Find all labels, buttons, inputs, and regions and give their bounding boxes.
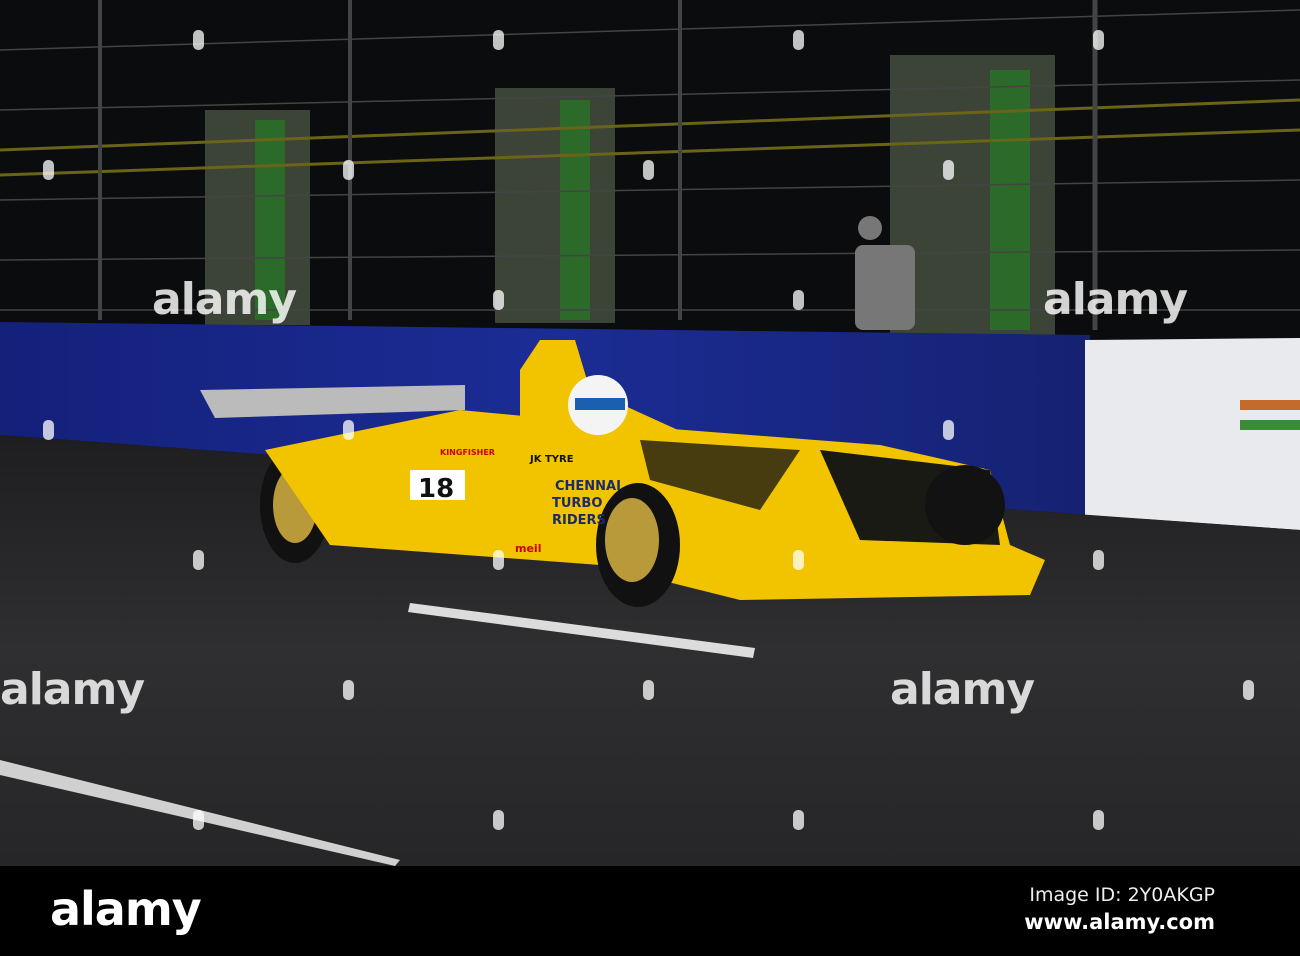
svg-text:CHENNAI: CHENNAI <box>555 479 621 494</box>
watermark: alamy <box>1043 274 1188 325</box>
white-barrier <box>1085 338 1300 530</box>
watermark-dot <box>343 420 354 440</box>
watermark-dot <box>193 30 204 50</box>
car-number: 18 <box>418 474 454 504</box>
footer-bar: alamy Image ID: 2Y0AKGP www.alamy.com <box>0 866 1300 956</box>
svg-text:TURBO: TURBO <box>552 496 602 511</box>
watermark-dot <box>343 680 354 700</box>
watermark: alamy <box>890 664 1035 715</box>
watermark-dot <box>493 30 504 50</box>
svg-text:meil: meil <box>515 542 541 555</box>
watermark: alamy <box>152 274 297 325</box>
watermark-dot <box>793 30 804 50</box>
svg-text:RIDERS: RIDERS <box>552 513 606 528</box>
watermark-dot <box>1243 680 1254 700</box>
race-photo: 18 CHENNAI TURBO RIDERS JK TYRE KINGFISH… <box>0 0 1300 866</box>
watermark-dot <box>943 420 954 440</box>
watermark-dot <box>493 810 504 830</box>
watermark-dot <box>193 810 204 830</box>
svg-text:KINGFISHER: KINGFISHER <box>440 448 495 457</box>
watermark-dot <box>943 160 954 180</box>
watermark-dot <box>643 160 654 180</box>
watermark-dot <box>493 290 504 310</box>
watermark-dot <box>793 550 804 570</box>
watermark-dot <box>1093 30 1104 50</box>
watermark: alamy <box>0 664 145 715</box>
watermark-dot <box>643 680 654 700</box>
watermark-dot <box>43 420 54 440</box>
svg-text:JK TYRE: JK TYRE <box>529 454 574 465</box>
alamy-logo: alamy <box>50 882 202 936</box>
watermark-dot <box>193 550 204 570</box>
watermark-dot <box>793 290 804 310</box>
watermark-dot <box>343 160 354 180</box>
watermark-dot <box>1093 810 1104 830</box>
watermark-dot <box>793 810 804 830</box>
watermark-dot <box>43 160 54 180</box>
image-id: Image ID: 2Y0AKGP <box>1029 884 1215 906</box>
watermark-dot <box>493 550 504 570</box>
watermark-dot <box>1093 550 1104 570</box>
site-url: www.alamy.com <box>1024 910 1215 934</box>
